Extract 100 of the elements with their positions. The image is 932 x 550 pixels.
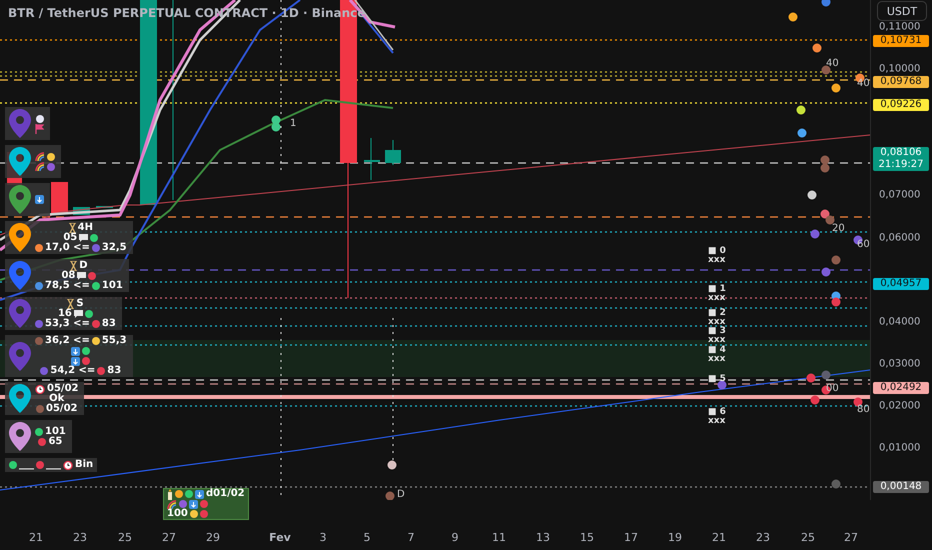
- indicator-text: 05/02: [46, 402, 78, 414]
- date-tick: 15: [580, 531, 594, 544]
- date-tick: 25: [118, 531, 132, 544]
- price-tag: 0,10731: [873, 35, 929, 48]
- level-note: xxx: [708, 417, 726, 426]
- hourglass-icon: [67, 298, 74, 308]
- rainbow-icon: [167, 500, 177, 508]
- marker-dot: [806, 374, 816, 382]
- indicator-text: 83: [102, 318, 116, 330]
- price-tag: 0,09226: [873, 98, 929, 111]
- indicator-text: 54,2 <=: [50, 365, 96, 377]
- marker-dot: [820, 164, 830, 172]
- flag-icon: [35, 124, 44, 134]
- marker-dot: [810, 396, 820, 404]
- date-tick: 23: [756, 531, 770, 544]
- marker-dot: [808, 190, 816, 200]
- indicator-text: 05: [63, 232, 78, 242]
- chart-label: D: [397, 489, 405, 500]
- level-label: ■ 2: [708, 309, 726, 318]
- indicator-text: ___: [46, 459, 61, 471]
- candlestick: [364, 138, 380, 180]
- date-tick: 17: [624, 531, 638, 544]
- chart-label: 1: [290, 118, 296, 129]
- indicator-text: 101: [102, 280, 123, 292]
- marker-dot: [822, 370, 830, 380]
- chat-icon: [77, 272, 86, 280]
- candlestick: [51, 182, 68, 214]
- date-tick: 27: [162, 531, 176, 544]
- indicator-text: 16: [58, 308, 72, 318]
- marker-dot: [796, 106, 806, 114]
- price-tag: 0,00148: [873, 480, 929, 493]
- date-tick: 11: [492, 531, 506, 544]
- marker-dot: [272, 122, 280, 132]
- marker-dot: [812, 44, 822, 52]
- marker-dot: [820, 210, 830, 218]
- level-label: ■ 0: [708, 247, 726, 256]
- level-note: xxx: [708, 355, 726, 364]
- level-note: xxx: [708, 318, 726, 327]
- marker-dot: [854, 398, 862, 406]
- marker-dot: [820, 156, 830, 164]
- indicator-text: 55,3: [102, 335, 127, 347]
- indicator-text: 65: [48, 436, 62, 448]
- date-tick: 13: [536, 531, 550, 544]
- chart-label: 20: [832, 223, 845, 234]
- square-icon: [71, 356, 80, 366]
- level-note: xxx: [708, 256, 726, 265]
- chart-label: 40: [826, 58, 839, 69]
- chart-label: 40: [857, 78, 870, 89]
- date-tick: 25: [801, 531, 815, 544]
- level-note: xxx: [708, 294, 726, 303]
- date-tick: 21: [29, 531, 43, 544]
- marker-dot: [832, 298, 840, 306]
- price-tick: 0,10000: [879, 64, 920, 76]
- price-tick: 0,02000: [879, 400, 920, 412]
- indicator-text: 08: [61, 270, 76, 280]
- square-icon: [35, 195, 44, 204]
- rainbow-icon: [35, 162, 45, 171]
- square-icon: [71, 346, 80, 356]
- date-tick: Fev: [269, 531, 291, 544]
- candlestick: [385, 140, 401, 166]
- level-label: ■ 4: [708, 346, 726, 355]
- date-tick: 19: [668, 531, 682, 544]
- indicator-text: 53,3 <=: [45, 318, 90, 330]
- square-icon: [189, 500, 198, 508]
- indicator-text: 83: [107, 365, 122, 377]
- indicator-text: 100: [167, 508, 188, 520]
- indicator-text: 101: [45, 426, 66, 436]
- indicator-text: 78,5 <=: [45, 280, 90, 292]
- level-note: xxx: [708, 336, 726, 345]
- price-tag: 0,02492: [873, 382, 929, 394]
- price-tick: 0,01000: [879, 442, 920, 455]
- indicator-text: 32,5: [102, 242, 127, 254]
- candle-icon: [167, 488, 173, 500]
- date-tick: 29: [206, 531, 220, 544]
- price-tick: 0,06000: [879, 232, 920, 244]
- rainbow-icon: [35, 152, 45, 161]
- date-tick: 5: [364, 531, 370, 544]
- price-tick: 0,04000: [879, 316, 920, 328]
- date-tick: 21: [712, 531, 726, 544]
- marker-dot: [832, 256, 840, 264]
- price-tick: 0,11000: [879, 22, 920, 34]
- hourglass-icon: [70, 260, 78, 270]
- indicator-text: 4H: [78, 222, 93, 234]
- currency-button[interactable]: USDT: [877, 1, 927, 21]
- date-tick: 3: [320, 531, 326, 544]
- chat-icon: [79, 234, 88, 242]
- date-tick: 27: [844, 531, 858, 544]
- price-tag: 0,09768: [873, 76, 929, 88]
- level-label: ■ 6: [708, 408, 726, 417]
- marker-dot: [832, 480, 840, 488]
- marker-dot: [822, 268, 830, 276]
- marker-dot: [826, 216, 834, 224]
- price-tick: 0,03000: [879, 358, 920, 370]
- indicator-text: 17,0 <=: [45, 242, 90, 254]
- chart-label: 80: [857, 404, 870, 415]
- chart-label: 60: [857, 239, 870, 250]
- marker-dot: [810, 230, 820, 238]
- level-label: ■ 1: [708, 285, 726, 294]
- candlestick: [96, 206, 113, 208]
- indicator-text: d01/02: [206, 488, 245, 500]
